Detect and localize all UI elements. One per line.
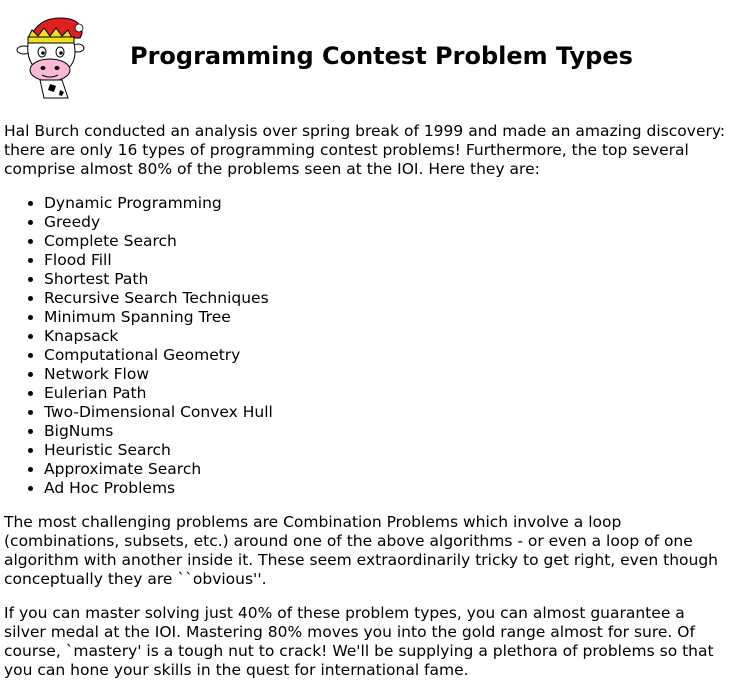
list-item: Shortest Path <box>44 270 726 289</box>
list-item: Flood Fill <box>44 251 726 270</box>
list-item: Recursive Search Techniques <box>44 289 726 308</box>
list-item: Ad Hoc Problems <box>44 479 726 498</box>
list-item: BigNums <box>44 422 726 441</box>
list-item: Approximate Search <box>44 460 726 479</box>
page: Programming Contest Problem Types Hal Bu… <box>0 0 733 695</box>
mastery-paragraph: If you can master solving just 40% of th… <box>4 604 714 679</box>
combination-problems-paragraph: The most challenging problems are Combin… <box>4 513 719 588</box>
list-item: Knapsack <box>44 327 726 346</box>
intro-paragraph: Hal Burch conducted an analysis over spr… <box>4 122 726 178</box>
list-item: Dynamic Programming <box>44 194 726 213</box>
cow-with-santa-hat-icon <box>16 17 85 99</box>
list-item: Network Flow <box>44 365 726 384</box>
list-item: Two-Dimensional Convex Hull <box>44 403 726 422</box>
header: Programming Contest Problem Types <box>0 0 733 110</box>
list-item: Minimum Spanning Tree <box>44 308 726 327</box>
article-body: Hal Burch conducted an analysis over spr… <box>4 122 726 680</box>
problem-type-list: Dynamic Programming Greedy Complete Sear… <box>4 194 726 498</box>
list-item: Computational Geometry <box>44 346 726 365</box>
page-title: Programming Contest Problem Types <box>130 42 633 70</box>
list-item: Greedy <box>44 213 726 232</box>
list-item: Eulerian Path <box>44 384 726 403</box>
list-item: Heuristic Search <box>44 441 726 460</box>
list-item: Complete Search <box>44 232 726 251</box>
